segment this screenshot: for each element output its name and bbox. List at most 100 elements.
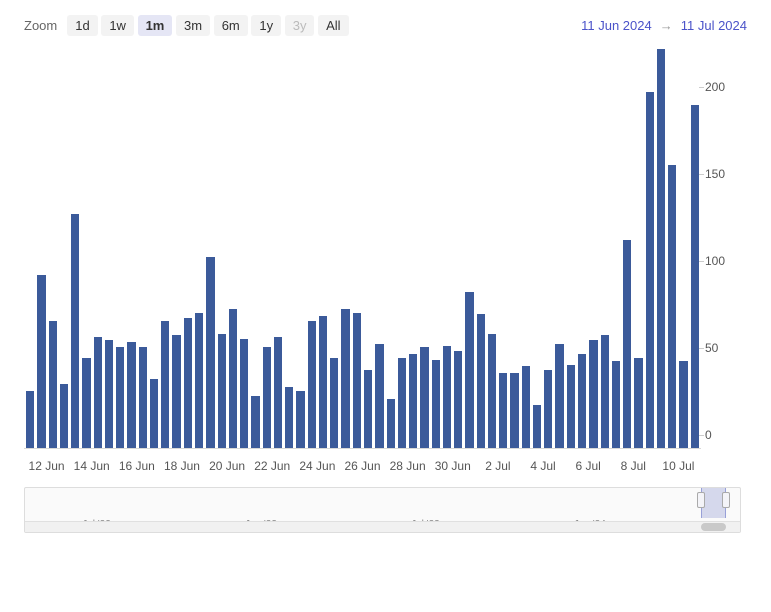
bar[interactable] <box>601 335 609 448</box>
x-tick: 26 Jun <box>344 459 380 473</box>
navigator-handle-left[interactable] <box>697 492 705 508</box>
bar[interactable] <box>364 370 372 448</box>
navigator-window[interactable] <box>701 488 726 518</box>
bar[interactable] <box>679 361 687 448</box>
bar[interactable] <box>646 92 654 448</box>
bar[interactable] <box>127 342 135 448</box>
bar[interactable] <box>375 344 383 448</box>
bar[interactable] <box>353 313 361 448</box>
bar[interactable] <box>285 387 293 448</box>
bar[interactable] <box>82 358 90 448</box>
plot <box>24 49 701 449</box>
date-to[interactable]: 11 Jul 2024 <box>681 18 747 33</box>
x-tick: 12 Jun <box>29 459 65 473</box>
bar[interactable] <box>229 309 237 448</box>
bar[interactable] <box>387 399 395 448</box>
bar[interactable] <box>544 370 552 448</box>
bar[interactable] <box>465 292 473 448</box>
x-tick: 22 Jun <box>254 459 290 473</box>
bar[interactable] <box>274 337 282 448</box>
zoom-3m[interactable]: 3m <box>176 15 210 36</box>
bar[interactable] <box>49 321 57 448</box>
bar[interactable] <box>454 351 462 448</box>
zoom-all[interactable]: All <box>318 15 348 36</box>
bar[interactable] <box>612 361 620 448</box>
zoom-1y[interactable]: 1y <box>251 15 281 36</box>
bar[interactable] <box>116 347 124 448</box>
bar[interactable] <box>37 275 45 448</box>
bar[interactable] <box>319 316 327 448</box>
zoom-6m[interactable]: 6m <box>214 15 248 36</box>
bar[interactable] <box>420 347 428 448</box>
bar[interactable] <box>150 379 158 448</box>
zoom-controls: Zoom 1d 1w 1m 3m 6m 1y 3y All 11 Jun 202… <box>24 18 747 33</box>
bar[interactable] <box>443 346 451 448</box>
date-range: 11 Jun 2024 → 11 Jul 2024 <box>581 18 747 33</box>
navigator-handle-right[interactable] <box>722 492 730 508</box>
bar[interactable] <box>657 49 665 448</box>
bar[interactable] <box>668 165 676 448</box>
x-axis: 12 Jun14 Jun16 Jun18 Jun20 Jun22 Jun24 J… <box>24 453 701 483</box>
date-from[interactable]: 11 Jun 2024 <box>581 18 652 33</box>
x-tick: 24 Jun <box>299 459 335 473</box>
x-tick: 14 Jun <box>74 459 110 473</box>
bar[interactable] <box>26 391 34 448</box>
bar[interactable] <box>94 337 102 448</box>
bar[interactable] <box>263 347 271 448</box>
y-tick: 100 <box>705 254 725 268</box>
x-tick: 28 Jun <box>390 459 426 473</box>
bar[interactable] <box>308 321 316 448</box>
bar[interactable] <box>71 214 79 448</box>
bar[interactable] <box>488 334 496 448</box>
bar[interactable] <box>218 334 226 448</box>
bar[interactable] <box>398 358 406 448</box>
bar[interactable] <box>691 105 699 448</box>
bar[interactable] <box>341 309 349 448</box>
bar[interactable] <box>184 318 192 448</box>
bar[interactable] <box>499 373 507 448</box>
navigator[interactable]: Jul '22Jan '23Jul '23Jan '24 <box>24 487 741 533</box>
x-tick: 10 Jul <box>662 459 694 473</box>
bar[interactable] <box>105 340 113 448</box>
bar[interactable] <box>634 358 642 448</box>
navigator-scrollbar[interactable] <box>25 521 740 532</box>
bar[interactable] <box>60 384 68 448</box>
bar[interactable] <box>251 396 259 448</box>
x-tick: 4 Jul <box>530 459 555 473</box>
navigator-scroll-thumb[interactable] <box>701 523 726 531</box>
bar[interactable] <box>296 391 304 448</box>
bar[interactable] <box>589 340 597 448</box>
bar[interactable] <box>195 313 203 448</box>
y-tick: 150 <box>705 167 725 181</box>
arrow-icon: → <box>660 18 673 33</box>
bar[interactable] <box>578 354 586 448</box>
bar[interactable] <box>510 373 518 448</box>
y-tick: 0 <box>705 428 712 442</box>
y-tick: 200 <box>705 80 725 94</box>
zoom-1d[interactable]: 1d <box>67 15 97 36</box>
y-tick: 50 <box>705 341 718 355</box>
zoom-3y: 3y <box>285 15 315 36</box>
bar[interactable] <box>139 347 147 448</box>
zoom-1w[interactable]: 1w <box>101 15 134 36</box>
bar[interactable] <box>240 339 248 448</box>
x-tick: 30 Jun <box>435 459 471 473</box>
chart-area: 050100150200 12 Jun14 Jun16 Jun18 Jun20 … <box>24 43 741 483</box>
bar[interactable] <box>555 344 563 448</box>
zoom-label: Zoom <box>24 18 57 33</box>
bar[interactable] <box>330 358 338 448</box>
bar[interactable] <box>172 335 180 448</box>
x-tick: 8 Jul <box>621 459 646 473</box>
bar[interactable] <box>477 314 485 448</box>
bar[interactable] <box>409 354 417 448</box>
bar[interactable] <box>533 405 541 448</box>
bar[interactable] <box>567 365 575 448</box>
bar[interactable] <box>522 366 530 448</box>
bar[interactable] <box>161 321 169 448</box>
bar[interactable] <box>206 257 214 448</box>
x-tick: 20 Jun <box>209 459 245 473</box>
bar[interactable] <box>432 360 440 448</box>
y-axis: 0 50 100 150 200 <box>705 49 741 449</box>
zoom-1m[interactable]: 1m <box>138 15 173 36</box>
bar[interactable] <box>623 240 631 448</box>
